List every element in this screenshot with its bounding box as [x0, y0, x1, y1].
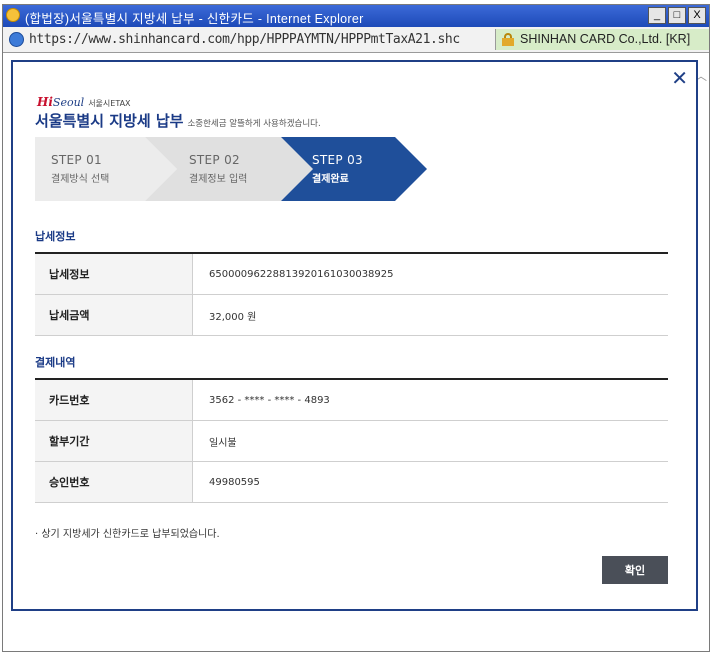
page-title: 서울특별시 지방세 납부 소중한세금 알뜰하게 사용하겠습니다. [35, 112, 321, 130]
browser-window: (합법장)서울특별시 지방세 납부 - 신한카드 - Internet Expl… [2, 4, 710, 652]
step-1: STEP 01 결제방식 선택 [51, 153, 110, 185]
address-bar: https://www.shinhancard.com/hpp/HPPPAYMT… [3, 27, 709, 53]
page-icon [9, 32, 24, 47]
close-icon[interactable]: ✕ [671, 68, 688, 88]
table-row: 승인번호 49980595 [35, 462, 668, 503]
step-2: STEP 02 결제정보 입력 [189, 153, 248, 185]
payment-details-section-title: 결제내역 [35, 356, 76, 369]
lock-icon [502, 33, 514, 46]
maximize-button[interactable]: □ [668, 7, 686, 24]
row-label: 납세정보 [35, 254, 193, 294]
row-label: 할부기간 [35, 421, 193, 461]
page-subtitle: 소중한세금 알뜰하게 사용하겠습니다. [187, 119, 321, 129]
window-title: (합법장)서울특별시 지방세 납부 - 신한카드 - Internet Expl… [25, 12, 364, 26]
tax-info-section-title: 납세정보 [35, 230, 76, 243]
payment-complete-note: · 상기 지방세가 신한카드로 납부되었습니다. [35, 529, 220, 540]
payment-complete-dialog: ✕ HiSeoul 서울시ETAX 서울특별시 지방세 납부 소중한세금 알뜰하게 … [11, 60, 698, 611]
title-bar: (합법장)서울특별시 지방세 납부 - 신한카드 - Internet Expl… [3, 5, 709, 27]
certificate-badge[interactable]: SHINHAN CARD Co.,Ltd. [KR] [495, 29, 709, 50]
hiseoul-logo: HiSeoul 서울시ETAX [37, 95, 131, 109]
row-label: 카드번호 [35, 380, 193, 420]
payment-details-table: 카드번호 3562 - **** - **** - 4893 할부기간 일시불 … [35, 378, 668, 503]
row-label: 납세금액 [35, 295, 193, 335]
minimize-button[interactable]: _ [648, 7, 666, 24]
window-controls: _ □ X [648, 7, 706, 24]
approval-number-value: 49980595 [209, 476, 260, 488]
certificate-label: SHINHAN CARD Co.,Ltd. [KR] [520, 32, 691, 46]
step-indicator: STEP 01 결제방식 선택 STEP 02 결제정보 입력 STEP 03 … [35, 137, 455, 201]
step-3-active: STEP 03 결제완료 [312, 153, 363, 185]
ie-logo-icon [6, 8, 20, 22]
confirm-button[interactable]: 확인 [602, 556, 668, 584]
table-row: 카드번호 3562 - **** - **** - 4893 [35, 380, 668, 421]
close-window-button[interactable]: X [688, 7, 706, 24]
card-number-value: 3562 - **** - **** - 4893 [209, 394, 330, 406]
table-row: 납세금액 32,000 원 [35, 295, 668, 336]
table-row: 할부기간 일시불 [35, 421, 668, 462]
url-field[interactable]: https://www.shinhancard.com/hpp/HPPPAYMT… [29, 32, 460, 47]
row-label: 승인번호 [35, 462, 193, 502]
tax-info-table: 납세정보 65000096228813920161030038925 납세금액 … [35, 252, 668, 336]
installment-value: 일시불 [209, 437, 237, 449]
table-row: 납세정보 65000096228813920161030038925 [35, 254, 668, 295]
tax-number-value: 65000096228813920161030038925 [209, 268, 394, 280]
tax-amount-value: 32,000 원 [209, 311, 257, 323]
